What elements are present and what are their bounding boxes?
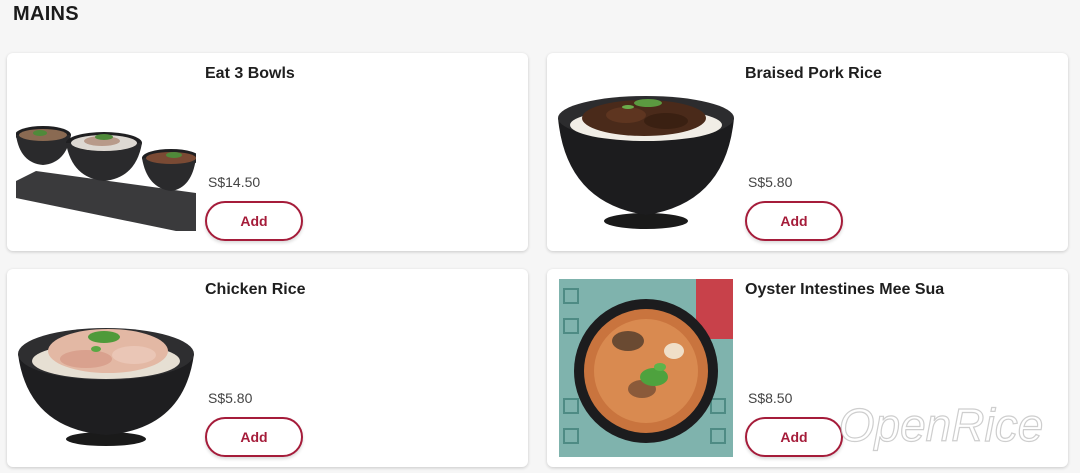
mee-sua-bowl-image bbox=[559, 279, 733, 457]
item-price: S$14.50 bbox=[208, 174, 261, 190]
chicken-rice-bowl-image bbox=[18, 328, 194, 446]
braised-pork-bowl-image bbox=[558, 96, 734, 229]
menu-item-card[interactable]: Braised Pork Rice S$5.80 Add bbox=[547, 53, 1068, 251]
item-name: Chicken Rice bbox=[205, 281, 306, 298]
three-bowls-image bbox=[16, 126, 196, 231]
add-button[interactable]: Add bbox=[205, 417, 303, 457]
add-button[interactable]: Add bbox=[205, 201, 303, 241]
add-button[interactable]: Add bbox=[745, 201, 843, 241]
item-price: S$5.80 bbox=[208, 390, 253, 406]
menu-item-card[interactable]: Eat 3 Bowls S$14.50 Add bbox=[7, 53, 528, 251]
section-title: MAINS bbox=[13, 3, 79, 25]
watermark-text: OpenRice bbox=[839, 399, 1044, 451]
item-price: S$8.50 bbox=[748, 390, 793, 406]
item-name: Braised Pork Rice bbox=[745, 65, 882, 82]
item-name: Oyster Intestines Mee Sua bbox=[745, 281, 945, 298]
item-name: Eat 3 Bowls bbox=[205, 65, 295, 82]
menu-item-card[interactable]: Chicken Rice S$5.80 Add bbox=[7, 269, 528, 467]
openrice-watermark-logo: OpenRice bbox=[838, 398, 1044, 451]
item-price: S$5.80 bbox=[748, 174, 793, 190]
